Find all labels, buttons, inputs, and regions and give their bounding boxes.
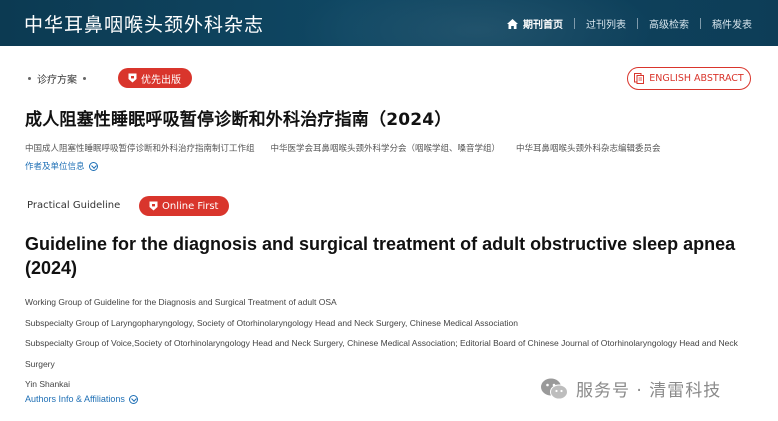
- en-author-info-link[interactable]: Authors Info & Affiliations: [25, 394, 138, 404]
- nav-item-advanced-search[interactable]: 高级检索: [649, 16, 689, 31]
- cn-article-type-row: 诊疗方案: [28, 68, 86, 88]
- wechat-icon: [541, 378, 568, 399]
- top-nav: 期刊首页 过刊列表 高级检索 稿件发表: [507, 16, 752, 31]
- en-article-title-text: Guideline for the diagnosis and surgical…: [25, 234, 736, 278]
- site-title[interactable]: 中华耳鼻咽喉头颈外科杂志: [24, 10, 264, 37]
- cn-author[interactable]: 中华耳鼻咽喉头颈外科杂志编辑委员会: [516, 142, 661, 154]
- watermark: 服务号 · 清雷科技: [540, 376, 721, 401]
- chevron-down-circle-icon: [88, 161, 98, 171]
- cn-article-title: 成人阻塞性睡眠呼吸暂停诊断和外科治疗指南（2024）: [25, 110, 452, 130]
- badge-label: Online First: [162, 200, 219, 212]
- nav-divider: [637, 18, 638, 29]
- en-author[interactable]: Working Group of Guideline for the Diagn…: [25, 292, 755, 313]
- badge-label: 优先出版: [141, 74, 181, 86]
- cn-author[interactable]: 中国成人阻塞性睡眠呼吸暂停诊断和外科治疗指南制订工作组: [25, 142, 255, 154]
- nav-item-submission[interactable]: 稿件发表: [712, 16, 752, 31]
- online-first-badge-en: Online First: [139, 196, 230, 216]
- bullet-dot: [28, 76, 31, 80]
- nav-item-archive[interactable]: 过刊列表: [586, 16, 626, 31]
- online-first-badge-cn: 优先出版: [118, 68, 192, 88]
- en-article-type: Practical Guideline: [27, 200, 121, 211]
- site-header: 中华耳鼻咽喉头颈外科杂志 期刊首页 过刊列表 高级检索 稿件发表: [0, 0, 778, 46]
- en-author[interactable]: Subspecialty Group of Laryngopharyngolog…: [25, 313, 755, 334]
- document-icon: [634, 73, 645, 84]
- english-abstract-label: ENGLISH ABSTRACT: [649, 73, 744, 84]
- en-author[interactable]: Subspecialty Group of Voice,Society of O…: [25, 333, 755, 374]
- nav-divider: [574, 18, 575, 29]
- cn-article-type: 诊疗方案: [37, 74, 77, 86]
- cn-author[interactable]: 中华医学会耳鼻咽喉头颈外科学分会（咽喉学组、嗓音学组）: [271, 142, 501, 154]
- nav-item-home[interactable]: 期刊首页: [507, 16, 563, 31]
- en-article-title: Guideline for the diagnosis and surgical…: [25, 233, 745, 281]
- cn-authors: 中国成人阻塞性睡眠呼吸暂停诊断和外科治疗指南制订工作组 中华医学会耳鼻咽喉头颈外…: [25, 142, 677, 154]
- cn-author-info-link[interactable]: 作者及单位信息: [25, 160, 98, 172]
- english-abstract-button[interactable]: ENGLISH ABSTRACT: [627, 67, 751, 90]
- watermark-text: 服务号 · 清雷科技: [576, 381, 722, 401]
- chevron-down-circle-icon: [128, 394, 138, 404]
- cn-author-info-label: 作者及单位信息: [25, 162, 85, 172]
- nav-item-label: 期刊首页: [523, 20, 563, 31]
- open-access-icon: [149, 201, 158, 211]
- en-author-info-label: Authors Info & Affiliations: [25, 394, 125, 404]
- nav-divider: [700, 18, 701, 29]
- home-icon: [507, 18, 518, 29]
- bullet-dot: [83, 76, 86, 80]
- open-access-icon: [128, 73, 137, 83]
